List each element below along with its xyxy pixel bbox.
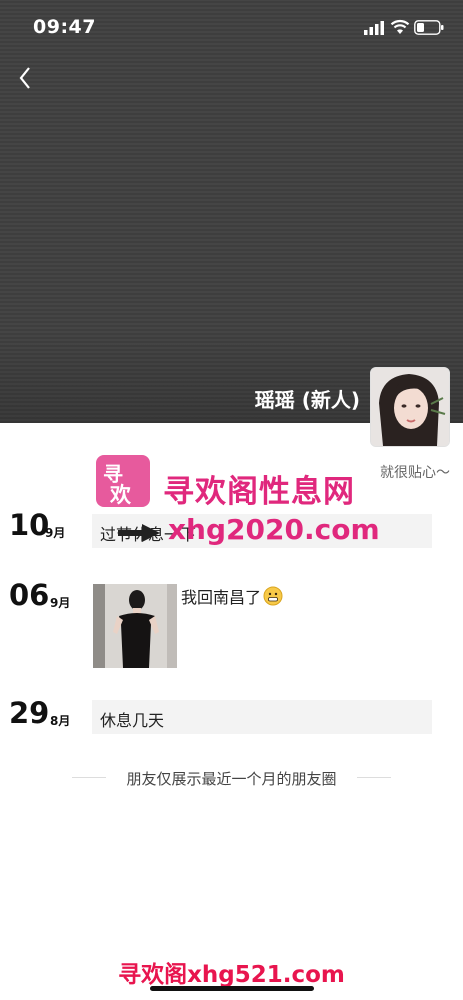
grimace-emoji-icon (263, 586, 283, 606)
moment-photo-caption-row: 我回南昌了 (181, 584, 283, 608)
back-chevron-icon[interactable] (14, 62, 38, 94)
profile-signature: 就很贴心～ (380, 465, 450, 481)
battery-icon (414, 20, 444, 35)
moment-day: 29 (9, 696, 50, 730)
moment-day: 06 (9, 578, 50, 612)
moment-month: 8月 (50, 714, 71, 728)
status-time: 09:47 (33, 16, 96, 38)
watermark-arrow-icon (118, 524, 160, 542)
home-indicator[interactable] (150, 986, 314, 991)
moment-day: 10 (9, 508, 50, 542)
profile-name: 瑶瑶 (新人) (254, 388, 360, 412)
cover-image[interactable] (0, 0, 463, 423)
footer-notice: 朋友仅展示最近一个月的朋友圈 (126, 770, 337, 788)
avatar-photo (371, 368, 449, 446)
watermark-title: 寻欢阁性息网 (163, 474, 355, 510)
moment-photo-image (93, 584, 177, 668)
moment-text: 休息几天 (100, 711, 165, 730)
wifi-icon (390, 19, 410, 34)
moment-month: 9月 (50, 596, 71, 610)
watermark-bottom: 寻欢阁xhg521.com (118, 962, 345, 988)
status-bar: 09:47 (0, 0, 463, 54)
moment-photo[interactable] (93, 584, 177, 668)
watermark-url: xhg2020.com (168, 513, 380, 546)
cellular-signal-icon (364, 21, 384, 35)
moment-photo-caption: 我回南昌了 (181, 588, 262, 607)
watermark-logo: 寻 欢 (96, 455, 150, 507)
moment-text-post[interactable]: 休息几天 (92, 700, 432, 734)
moment-month: 9月 (45, 526, 66, 540)
avatar[interactable] (370, 367, 450, 447)
watermark-logo-char-bottom: 欢 (110, 483, 131, 507)
